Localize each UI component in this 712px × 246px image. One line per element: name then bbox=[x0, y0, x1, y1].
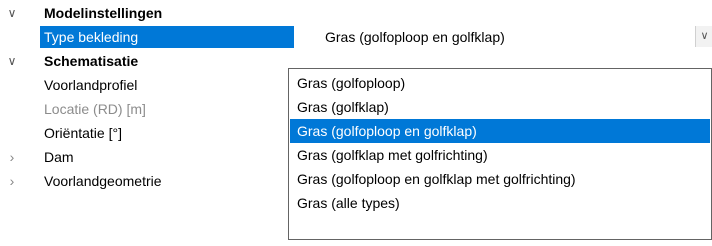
property-label: Voorlandprofiel bbox=[44, 77, 138, 93]
category-label: Modelinstellingen bbox=[44, 5, 163, 21]
property-label: Locatie (RD) [m] bbox=[44, 101, 146, 117]
dropdown-option[interactable]: Gras (golfoploop) bbox=[290, 71, 710, 95]
property-label: Dam bbox=[44, 149, 74, 165]
dropdown-button[interactable]: ∨ bbox=[695, 26, 712, 47]
dropdown-option[interactable]: Gras (golfoploop en golfklap met golfric… bbox=[290, 167, 710, 191]
type-bekleding-dropdown-list: Gras (golfoploop) Gras (golfklap) Gras (… bbox=[288, 68, 712, 240]
property-label: Voorlandgeometrie bbox=[44, 173, 162, 189]
dropdown-option-selected[interactable]: Gras (golfoploop en golfklap) bbox=[290, 119, 710, 143]
property-label: Type bekleding bbox=[44, 29, 139, 45]
category-modelinstellingen[interactable]: ∨ Modelinstellingen bbox=[0, 1, 712, 25]
chevron-down-icon: ∨ bbox=[700, 30, 709, 42]
dropdown-option[interactable]: Gras (golfklap) bbox=[290, 95, 710, 119]
category-label: Schematisatie bbox=[44, 53, 139, 69]
chevron-down-icon[interactable]: ∨ bbox=[4, 1, 20, 25]
property-row-type-bekleding[interactable]: Type bekleding Gras (golfoploop en golfk… bbox=[0, 25, 712, 49]
chevron-down-icon[interactable]: ∨ bbox=[4, 49, 20, 73]
chevron-right-icon[interactable]: › bbox=[4, 145, 20, 169]
property-label: Oriëntatie [°] bbox=[44, 125, 122, 141]
combobox-value: Gras (golfoploop en golfklap) bbox=[325, 29, 505, 45]
dropdown-option[interactable]: Gras (golfklap met golfrichting) bbox=[290, 143, 710, 167]
dropdown-option[interactable]: Gras (alle types) bbox=[290, 191, 710, 215]
chevron-right-icon[interactable]: › bbox=[4, 169, 20, 193]
type-bekleding-combobox[interactable]: Gras (golfoploop en golfklap) ∨ bbox=[319, 26, 712, 48]
